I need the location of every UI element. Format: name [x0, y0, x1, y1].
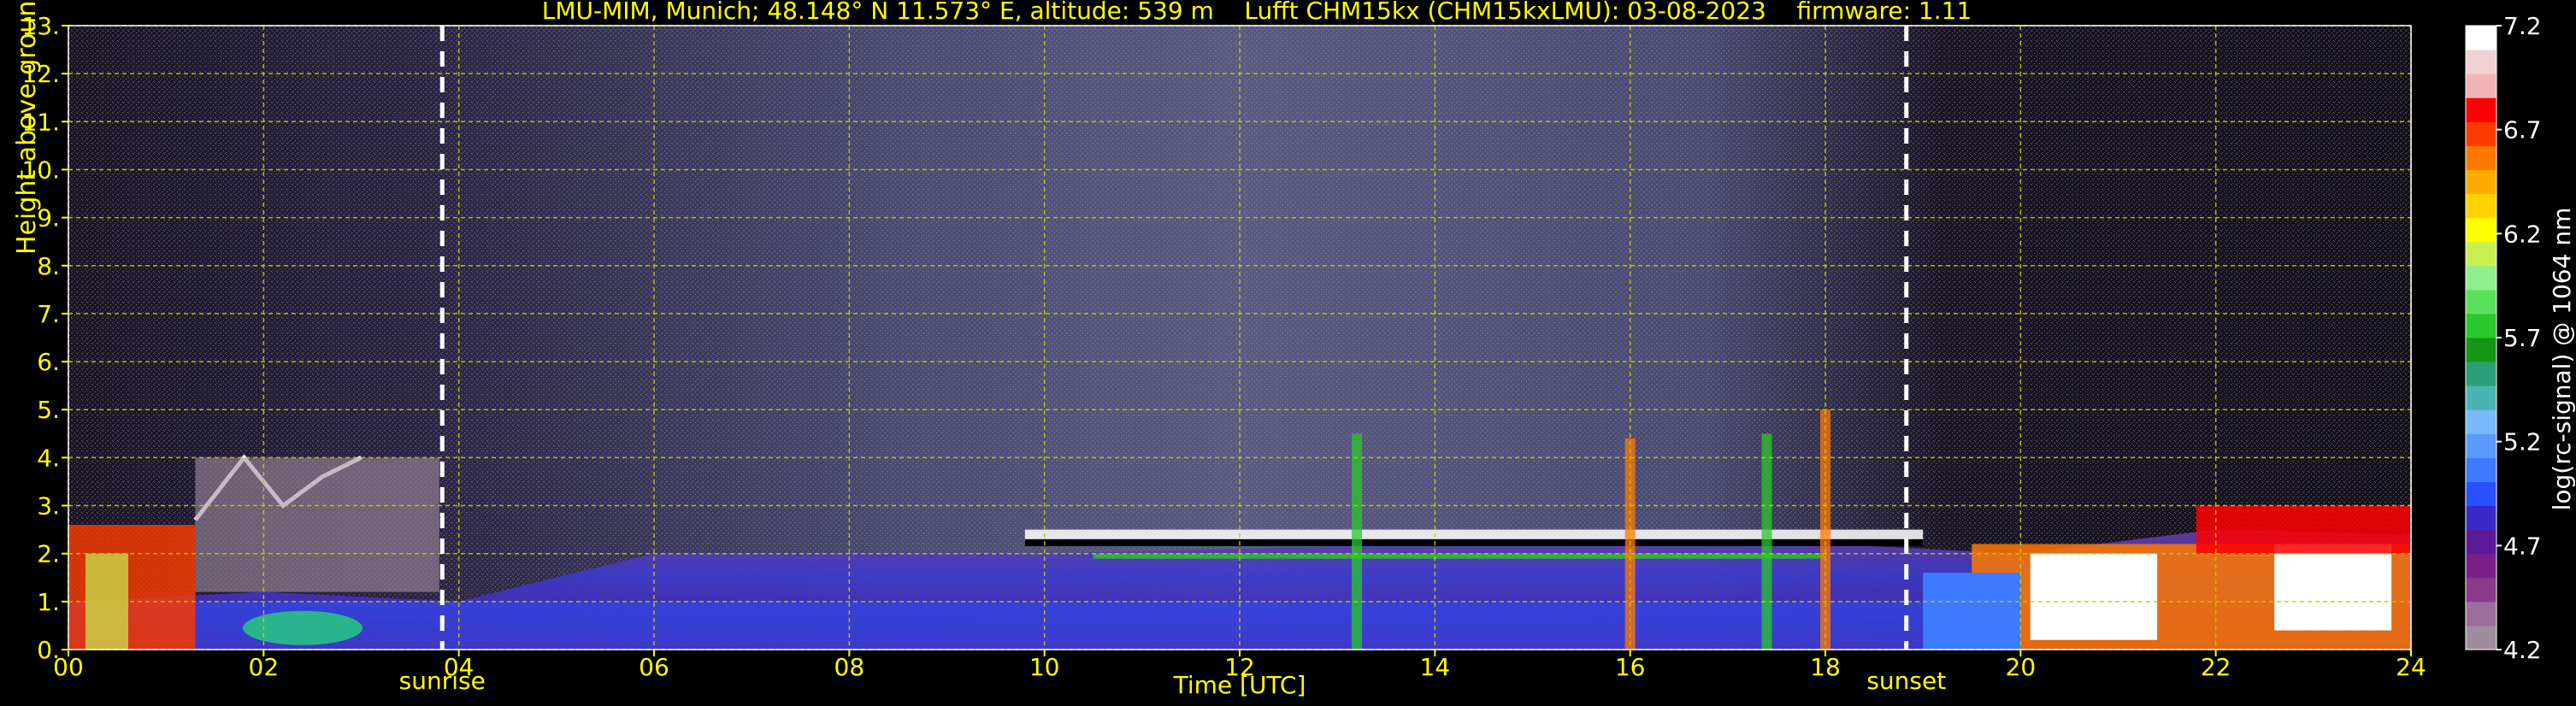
residual-layer [195, 457, 439, 592]
y-tick-label: 0. [37, 636, 60, 664]
x-tick-label: 02 [249, 653, 280, 681]
y-tick-label: 3. [37, 492, 60, 521]
x-tick-label: 14 [1420, 653, 1451, 681]
evening-cloud-blue [1923, 573, 2021, 650]
colorbar-segment [2466, 481, 2496, 507]
colorbar-segment [2466, 409, 2496, 434]
colorbar-label: log(rc-signal) @ 1064 nm [2548, 207, 2576, 511]
colorbar-segment [2466, 26, 2496, 50]
evening-cloud-red [2196, 505, 2411, 554]
colorbar-segment [2466, 74, 2496, 98]
y-tick-label: 6. [37, 348, 60, 376]
colorbar: 4.2 4.7 5.2 5.7 6.2 6.7 7.2 [2465, 12, 2542, 664]
aerosol-patch [243, 610, 363, 645]
colorbar-segment [2466, 97, 2496, 122]
evening-cloud-white-2 [2274, 544, 2392, 631]
colorbar-tick-label: 5.2 [2503, 428, 2542, 456]
colorbar-segment [2466, 265, 2496, 291]
colorbar-segment [2466, 433, 2496, 458]
colorbar-segment [2466, 553, 2496, 579]
x-tick-label: 10 [1029, 653, 1060, 681]
colorbar-tick-label: 6.7 [2503, 116, 2542, 144]
colorbar-segment [2466, 313, 2496, 338]
y-tick-label: 1. [37, 588, 60, 616]
colorbar-tick-label: 4.2 [2503, 636, 2542, 664]
x-axis-label: Time [UTC] [1173, 671, 1306, 699]
colorbar-segment [2466, 601, 2496, 627]
colorbar-segment [2466, 169, 2496, 195]
evening-cloud-white [2030, 553, 2158, 640]
colorbar-segment [2466, 217, 2496, 243]
lidar-chart: sunrise sunset 00 02 04 06 08 10 12 14 16 18 20 22 24… [21, 12, 2542, 695]
colorbar-segment [2466, 289, 2496, 315]
colorbar-segment [2466, 529, 2496, 555]
x-tick-label: 04 [444, 653, 475, 681]
colorbar-tick-label: 7.2 [2503, 12, 2542, 40]
colorbar-segment [2466, 121, 2496, 146]
y-tick-label: 2. [37, 540, 60, 568]
x-tick-label: 16 [1615, 653, 1646, 681]
convective-plume [1761, 433, 1772, 650]
cloud-layer-dark [1024, 538, 1924, 546]
aerosol-band [195, 601, 1972, 650]
sunset-label: sunset [1866, 667, 1946, 695]
y-axis-label: Height above ground [km] [12, 0, 42, 255]
colorbar-segment [2466, 457, 2496, 482]
colorbar-segment [2466, 577, 2496, 603]
x-tick-label: 18 [1810, 653, 1841, 681]
x-tick-label: 20 [2006, 653, 2037, 681]
cloud-layer-base [1093, 553, 1825, 559]
y-tick-label: 5. [37, 396, 60, 424]
colorbar-tick-label: 6.2 [2503, 220, 2542, 248]
y-tick-label: 4. [37, 444, 60, 472]
colorbar-segment [2466, 145, 2496, 170]
colorbar-segment [2466, 625, 2496, 650]
x-tick-label: 22 [2201, 653, 2231, 681]
colorbar-tick-label: 5.7 [2503, 324, 2542, 352]
colorbar-tick-label: 4.7 [2503, 532, 2542, 560]
convective-plume [1352, 433, 1362, 650]
colorbar-segment [2466, 362, 2496, 386]
colorbar-segment [2466, 193, 2496, 219]
colorbar-segment [2466, 385, 2496, 410]
x-tick-label: 06 [639, 653, 669, 681]
x-tick-label: 08 [834, 653, 865, 681]
colorbar-segment [2466, 505, 2496, 531]
colorbar-segment [2466, 241, 2496, 267]
colorbar-segment [2466, 338, 2496, 362]
colorbar-segment [2466, 50, 2496, 74]
x-tick-label: 24 [2396, 653, 2426, 681]
